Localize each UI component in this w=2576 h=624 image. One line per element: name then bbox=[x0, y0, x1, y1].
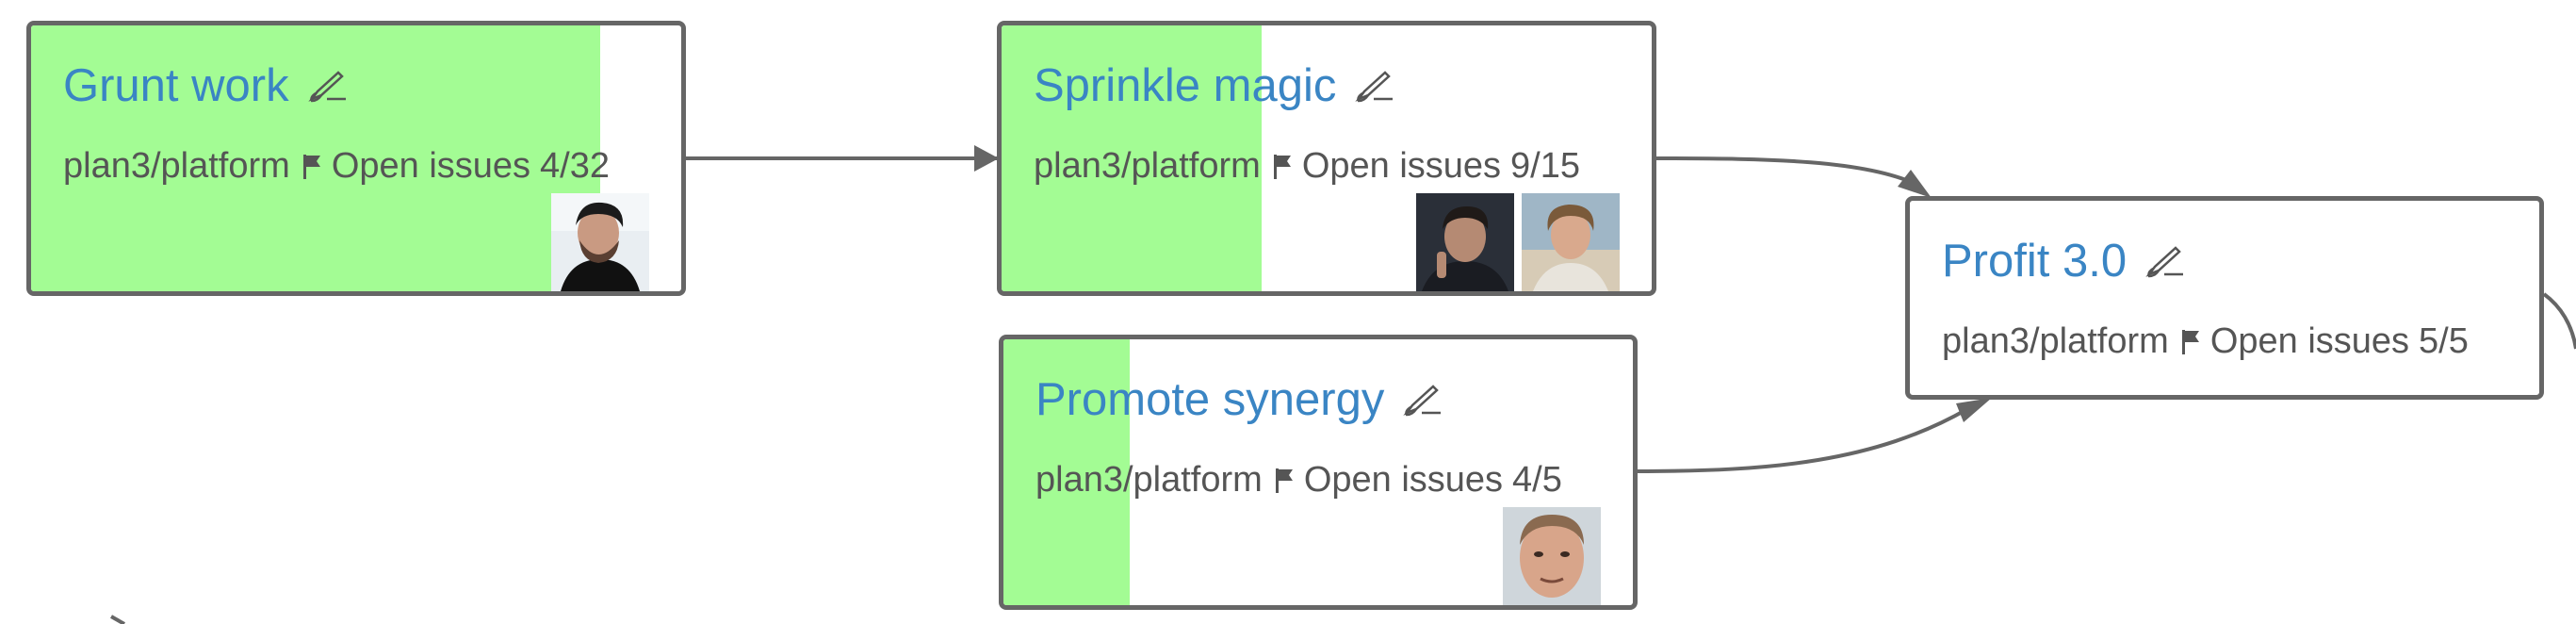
repo-link[interactable]: plan3/platform bbox=[1035, 462, 1263, 498]
edge-profit-to-offscreen bbox=[2542, 292, 2576, 350]
dependency-graph: Grunt work plan3/platform Open issues 4/… bbox=[0, 0, 2576, 624]
avatar[interactable] bbox=[1503, 507, 1601, 605]
writing-hand-icon[interactable] bbox=[1403, 384, 1443, 417]
edge-partial-bottom-left bbox=[110, 615, 125, 624]
repo-link[interactable]: plan3/platform bbox=[63, 148, 290, 184]
open-issues-label[interactable]: Open issues bbox=[1304, 462, 1503, 498]
node-profit-3-0[interactable]: Profit 3.0 plan3/platform Open issues 5/… bbox=[1905, 196, 2544, 400]
writing-hand-icon[interactable] bbox=[1355, 70, 1394, 103]
open-issues-label[interactable]: Open issues bbox=[2210, 323, 2409, 359]
writing-hand-icon[interactable] bbox=[307, 70, 348, 103]
flag-icon bbox=[302, 152, 322, 180]
flag-icon bbox=[1274, 466, 1295, 494]
node-title-link[interactable]: Grunt work bbox=[63, 63, 289, 109]
open-issues-count[interactable]: 5/5 bbox=[2419, 323, 2469, 359]
open-issues-label[interactable]: Open issues bbox=[1302, 148, 1501, 184]
node-promote-synergy[interactable]: Promote synergy plan3/platform Open issu… bbox=[999, 335, 1638, 610]
node-title-link[interactable]: Promote synergy bbox=[1035, 377, 1384, 423]
repo-link[interactable]: plan3/platform bbox=[1942, 323, 2169, 359]
open-issues-count[interactable]: 4/32 bbox=[540, 148, 610, 184]
arrowhead-profit-bottom bbox=[1956, 398, 1992, 422]
avatar[interactable] bbox=[1522, 193, 1620, 291]
node-grunt-work[interactable]: Grunt work plan3/platform Open issues 4/… bbox=[26, 21, 686, 296]
edge-sprinkle-magic-to-profit bbox=[1655, 156, 1918, 187]
repo-link[interactable]: plan3/platform bbox=[1034, 148, 1261, 184]
edge-promote-synergy-to-profit bbox=[1637, 407, 1968, 473]
avatar[interactable] bbox=[1416, 193, 1514, 291]
arrowhead-profit-top bbox=[1898, 170, 1932, 198]
flag-icon bbox=[1272, 152, 1293, 180]
open-issues-count[interactable]: 4/5 bbox=[1512, 462, 1562, 498]
flag-icon bbox=[2180, 327, 2201, 355]
avatar[interactable] bbox=[551, 193, 649, 291]
open-issues-count[interactable]: 9/15 bbox=[1510, 148, 1580, 184]
arrowhead-sprinkle-magic bbox=[974, 145, 999, 172]
open-issues-label[interactable]: Open issues bbox=[332, 148, 530, 184]
writing-hand-icon[interactable] bbox=[2145, 245, 2185, 278]
node-title-link[interactable]: Sprinkle magic bbox=[1034, 63, 1336, 109]
node-title-link[interactable]: Profit 3.0 bbox=[1942, 238, 2127, 285]
node-sprinkle-magic[interactable]: Sprinkle magic plan3/platform Open issue… bbox=[997, 21, 1656, 296]
